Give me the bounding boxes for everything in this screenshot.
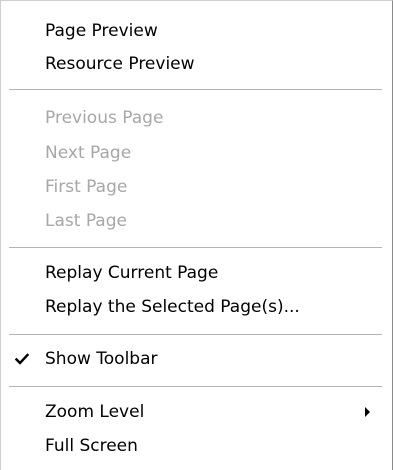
menu-item-label: First Page <box>45 177 128 197</box>
menu-item-next-page: Next Page <box>1 137 392 169</box>
menu-item-first-page: First Page <box>1 171 392 203</box>
menu-item-show-toolbar[interactable]: Show Toolbar <box>1 343 392 375</box>
menu-item-label: Last Page <box>45 211 127 231</box>
menu-item-last-page: Last Page <box>1 205 392 237</box>
checkmark-icon <box>15 353 29 365</box>
menu-separator <box>9 247 382 249</box>
menu-item-label: Full Screen <box>45 436 138 456</box>
menu-item-page-preview[interactable]: Page Preview <box>1 15 392 47</box>
menu-item-label: Previous Page <box>45 108 164 128</box>
menu-item-label: Replay Current Page <box>45 263 219 283</box>
submenu-arrow-icon <box>365 407 370 417</box>
menu-separator <box>9 334 382 336</box>
menu-item-full-screen[interactable]: Full Screen <box>1 430 392 462</box>
menu-item-label: Zoom Level <box>45 402 145 422</box>
menu-item-label: Page Preview <box>45 21 158 41</box>
menu-item-previous-page: Previous Page <box>1 102 392 134</box>
menu-separator <box>9 386 382 388</box>
menu-separator <box>9 89 382 91</box>
context-menu: Page Preview Resource Preview Previous P… <box>0 0 393 470</box>
menu-item-label: Replay the Selected Page(s)... <box>45 297 300 317</box>
menu-item-resource-preview[interactable]: Resource Preview <box>1 48 392 80</box>
menu-item-zoom-level[interactable]: Zoom Level <box>1 396 392 428</box>
menu-item-label: Next Page <box>45 143 132 163</box>
menu-item-replay-current-page[interactable]: Replay Current Page <box>1 257 392 289</box>
menu-item-replay-selected-pages[interactable]: Replay the Selected Page(s)... <box>1 291 392 323</box>
menu-item-label: Show Toolbar <box>45 349 158 369</box>
menu-item-label: Resource Preview <box>45 54 195 74</box>
